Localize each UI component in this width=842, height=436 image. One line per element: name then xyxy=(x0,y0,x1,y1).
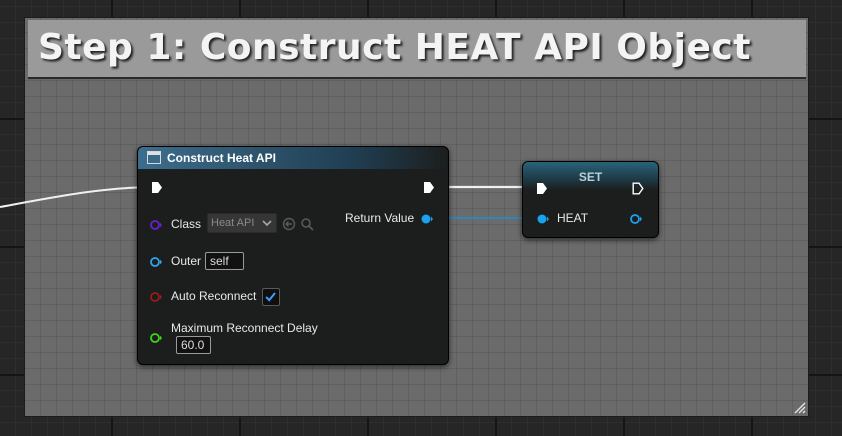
construct-heat-api-node[interactable]: Construct Heat API Return Value Class He… xyxy=(137,146,449,365)
set-exec-in-pin-icon[interactable] xyxy=(536,182,548,195)
max-reconnect-delay-value: 60.0 xyxy=(181,338,205,352)
node-header[interactable]: Construct Heat API xyxy=(138,147,448,169)
outer-field-value: self xyxy=(210,254,229,268)
set-heat-node[interactable]: SET HEAT xyxy=(522,161,659,238)
auto-reconnect-checkbox[interactable] xyxy=(262,288,280,306)
max-reconnect-delay-field[interactable]: 60.0 xyxy=(176,336,211,354)
heat-variable-label: HEAT xyxy=(557,211,589,225)
exec-wire-incoming[interactable] xyxy=(0,186,152,208)
outer-field[interactable]: self xyxy=(205,252,244,270)
class-label: Class xyxy=(171,217,202,231)
set-exec-out-pin-icon[interactable] xyxy=(632,182,644,195)
return-value-pin-icon[interactable] xyxy=(421,213,433,225)
auto-reconnect-label: Auto Reconnect xyxy=(171,289,257,303)
exec-out-pin-icon[interactable] xyxy=(423,181,435,194)
class-select[interactable]: Heat API xyxy=(207,213,277,233)
auto-reconnect-pin-icon[interactable] xyxy=(150,291,162,303)
exec-in-pin-icon[interactable] xyxy=(151,181,163,194)
return-value-label: Return Value xyxy=(345,211,415,225)
node-title: Construct Heat API xyxy=(167,151,276,165)
heat-input-pin-icon[interactable] xyxy=(537,213,549,225)
max-reconnect-delay-pin-icon[interactable] xyxy=(150,332,162,344)
function-icon xyxy=(147,151,161,164)
max-reconnect-delay-label: Maximum Reconnect Delay xyxy=(171,321,318,335)
use-selected-asset-icon[interactable] xyxy=(282,217,296,231)
outer-label: Outer xyxy=(171,254,202,268)
chevron-down-icon xyxy=(262,220,272,227)
class-select-value: Heat API xyxy=(211,217,255,229)
heat-output-pin-icon[interactable] xyxy=(630,213,642,225)
checkmark-icon xyxy=(265,292,276,302)
outer-pin-icon[interactable] xyxy=(150,256,162,268)
browse-search-icon[interactable] xyxy=(300,217,314,231)
class-pin-icon[interactable] xyxy=(150,219,162,231)
